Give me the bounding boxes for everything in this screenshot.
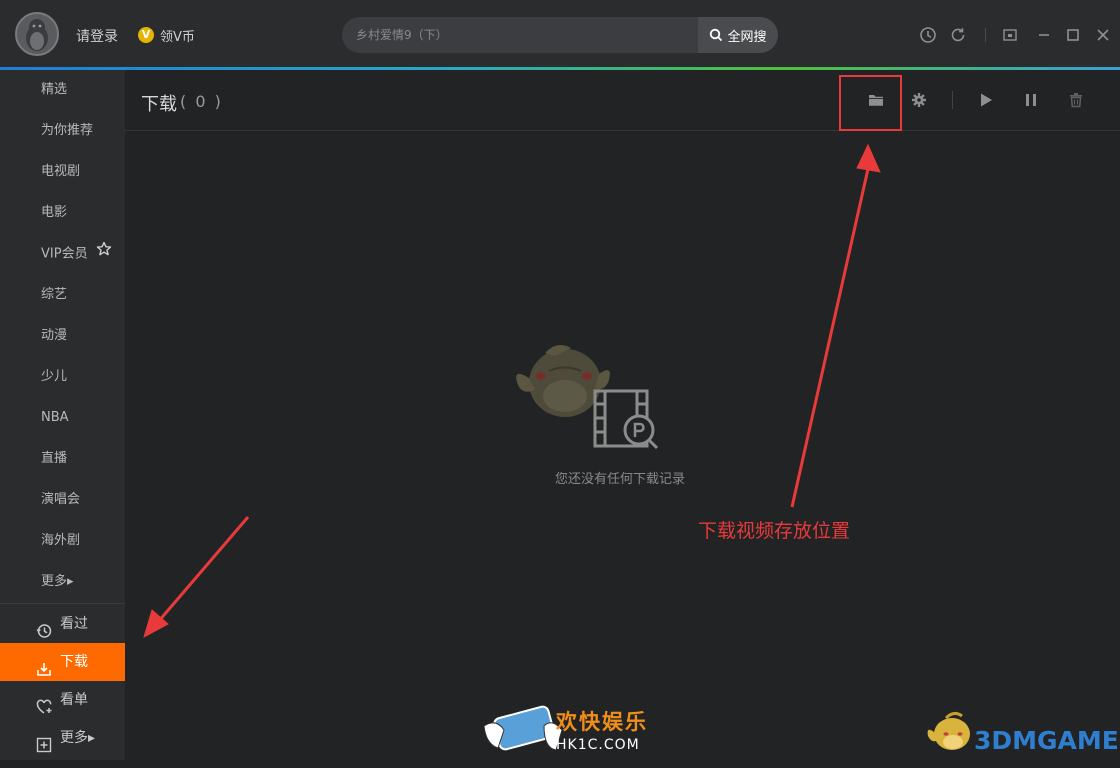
top-bar: 请登录 V 领V币 全网搜: [0, 0, 1120, 67]
annotation-highlight-box: [839, 75, 902, 131]
sidebar-item-anime[interactable]: 动漫: [0, 316, 125, 356]
main-header: 下载 ( 0 ): [125, 70, 1120, 131]
search-button[interactable]: 全网搜: [698, 17, 778, 53]
watermark-right-text: 3DMGAME: [974, 726, 1119, 755]
penguin-avatar-icon: [26, 19, 48, 51]
sidebar-divider: [0, 603, 125, 604]
pause-icon[interactable]: [1021, 90, 1041, 110]
maximize-icon[interactable]: [1064, 26, 1082, 44]
history-icon: [36, 616, 52, 638]
sidebar-item-more[interactable]: 更多▸: [0, 562, 125, 602]
sidebar-item-label: 演唱会: [41, 492, 81, 507]
mini-mode-icon[interactable]: [1001, 26, 1019, 44]
sidebar-item-label: 精选: [41, 82, 68, 97]
plus-box-icon: [36, 730, 52, 753]
toolbar-divider: [985, 28, 986, 42]
sidebar-item-overseas[interactable]: 海外剧: [0, 521, 125, 561]
sidebar-item-label: 为你推荐: [41, 123, 94, 138]
sidebar-item-label: 直播: [41, 451, 68, 466]
page-title: 下载: [141, 94, 177, 115]
search-button-label: 全网搜: [727, 29, 767, 45]
watermark-left-subtitle: HK1C.COM: [556, 737, 640, 753]
sidebar-item-label: 更多▸: [41, 574, 74, 589]
sidebar-item-label: 综艺: [41, 287, 68, 302]
sidebar-item-label: 海外剧: [41, 533, 81, 548]
sidebar-item-label: 下载: [60, 654, 88, 670]
sidebar-item-label: 少儿: [41, 369, 68, 384]
settings-icon[interactable]: [909, 90, 929, 110]
sidebar-item-label: NBA: [41, 410, 69, 425]
sidebar-item-label: 动漫: [41, 328, 68, 343]
avatar[interactable]: [15, 12, 59, 56]
sidebar-item-recommend[interactable]: 为你推荐: [0, 111, 125, 151]
sidebar-item-label: VIP会员: [41, 246, 88, 262]
search-box: 全网搜: [342, 17, 778, 53]
sidebar-item-watchlist[interactable]: 看单: [0, 681, 125, 719]
download-icon: [36, 654, 52, 676]
star-icon: [96, 234, 112, 274]
download-count: ( 0 ): [180, 92, 223, 111]
toolbar-divider: [952, 91, 953, 109]
sidebar-item-variety[interactable]: 综艺: [0, 275, 125, 315]
arrow-to-folder-icon: [790, 143, 881, 508]
sidebar-item-label: 看单: [60, 692, 88, 708]
watermark-left-title: 欢快娱乐: [556, 710, 648, 734]
film-search-icon: [593, 389, 659, 450]
empty-state-message: 您还没有任何下载记录: [555, 472, 686, 487]
search-icon: [710, 28, 723, 42]
watermark-3dm-mascot-logo: [927, 711, 970, 750]
login-link[interactable]: 请登录: [76, 26, 118, 46]
sidebar-item-tv[interactable]: 电视剧: [0, 152, 125, 192]
minimize-icon[interactable]: [1035, 26, 1053, 44]
sidebar-item-nba[interactable]: NBA: [0, 398, 125, 438]
sidebar-item-movies[interactable]: 电影: [0, 193, 125, 233]
vcoin-link[interactable]: 领V币: [160, 26, 195, 45]
annotation-label: 下载视频存放位置: [698, 520, 851, 542]
sidebar-item-watched[interactable]: 看过: [0, 605, 125, 643]
search-input[interactable]: [342, 17, 698, 53]
vcoin-icon: V: [138, 27, 154, 43]
play-icon[interactable]: [976, 90, 996, 110]
history-icon[interactable]: [919, 26, 937, 44]
sidebar-item-label: 电视剧: [41, 164, 81, 179]
sidebar: 精选 为你推荐 电视剧 电影 VIP会员 综艺 动漫 少儿 NBA 直播 演唱会…: [0, 70, 125, 760]
sidebar-item-more-bottom[interactable]: 更多▸: [0, 719, 125, 757]
sidebar-item-label: 更多▸: [60, 730, 96, 746]
sidebar-item-live[interactable]: 直播: [0, 439, 125, 479]
sidebar-item-download[interactable]: 下载: [0, 643, 125, 681]
sidebar-item-label: 看过: [60, 616, 88, 632]
refresh-icon[interactable]: [949, 26, 967, 44]
heart-plus-icon: [36, 692, 52, 714]
sidebar-item-featured[interactable]: 精选: [0, 70, 125, 110]
sidebar-item-concerts[interactable]: 演唱会: [0, 480, 125, 520]
trash-icon[interactable]: [1066, 90, 1086, 110]
arrow-to-download-item: [143, 516, 250, 639]
close-icon[interactable]: [1094, 26, 1112, 44]
sidebar-item-vip[interactable]: VIP会员: [0, 234, 125, 274]
sidebar-item-kids[interactable]: 少儿: [0, 357, 125, 397]
empty-state-illustration: [516, 344, 659, 450]
sidebar-item-label: 电影: [41, 205, 68, 220]
